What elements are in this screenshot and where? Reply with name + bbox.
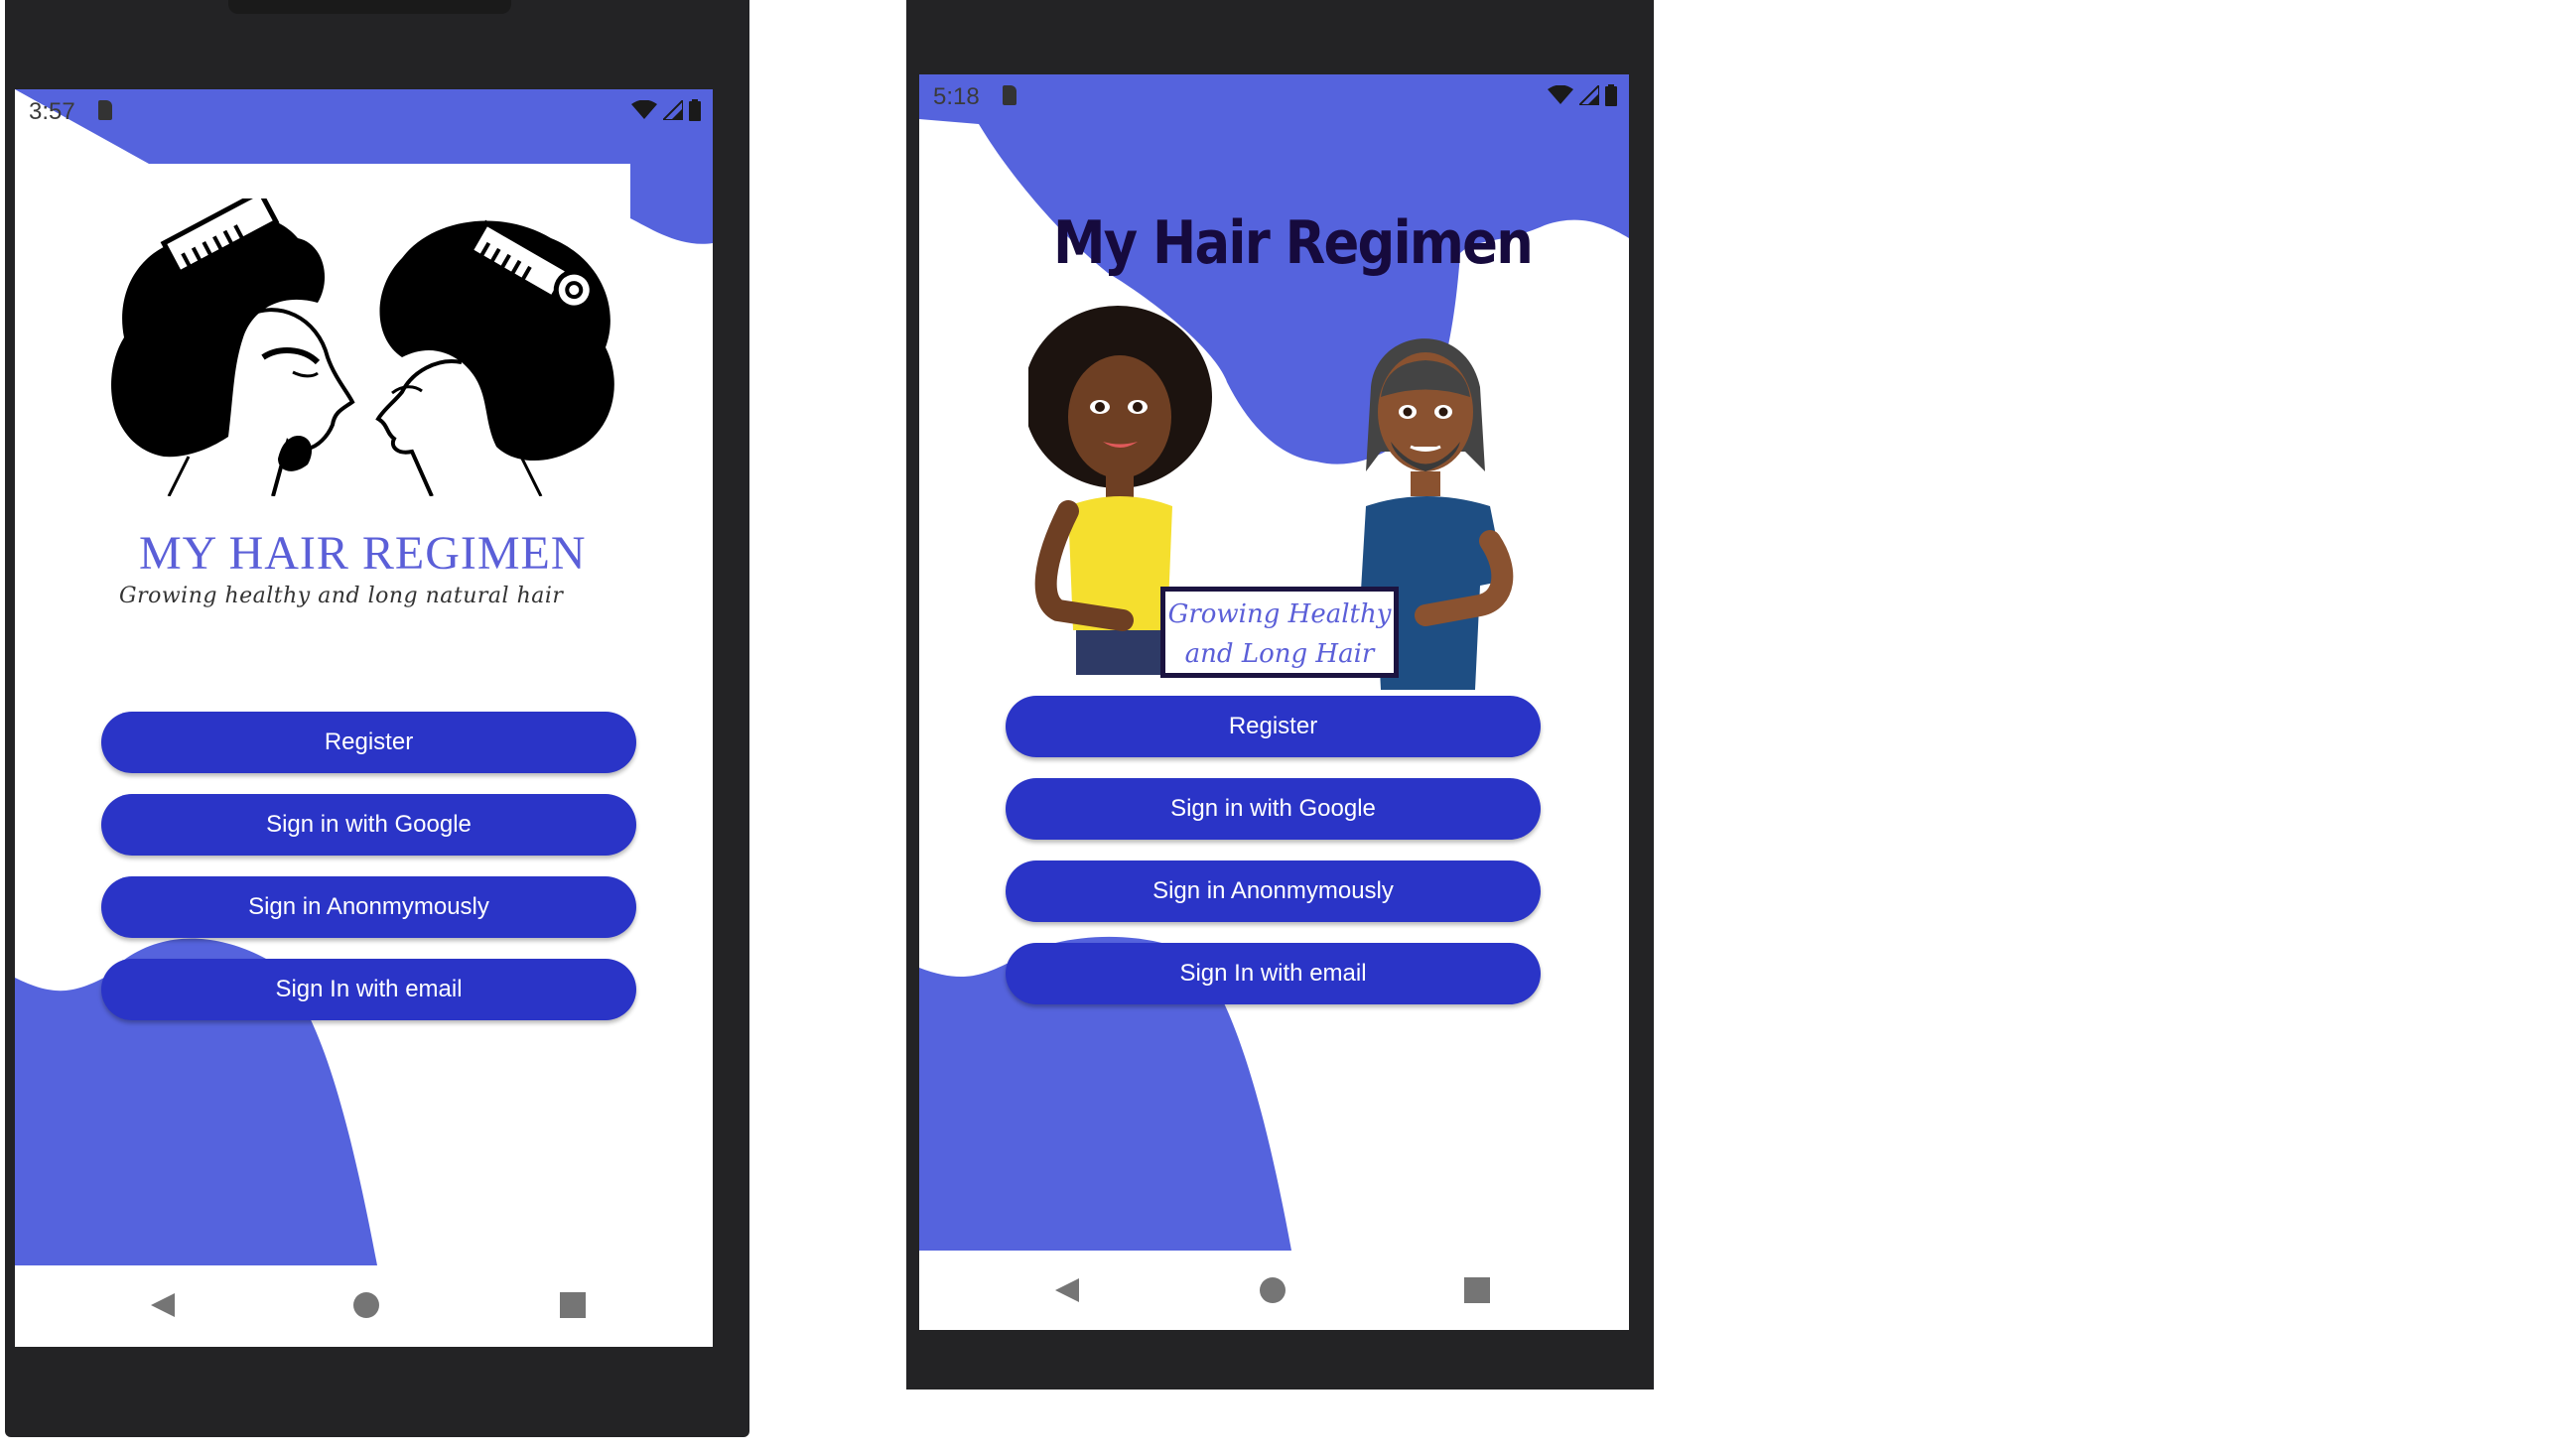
left-phone-screen: 3:57 MY HAIR REGIMEN Growing healthy and… — [15, 89, 713, 1347]
status-icons — [631, 99, 701, 121]
sign-board: Growing Healthy and Long Hair — [1160, 587, 1399, 678]
right-phone-screen: 5:18 My Hair Regimen Growing Healthy and… — [919, 74, 1629, 1330]
recents-square-icon[interactable] — [1463, 1276, 1491, 1304]
brand-tagline: Growing healthy and long natural hair — [119, 584, 564, 608]
sign-in-email-button[interactable]: Sign In with email — [1006, 943, 1541, 1004]
right-phone-frame: 5:18 My Hair Regimen Growing Healthy and… — [906, 0, 1654, 1390]
earpiece — [228, 0, 511, 14]
register-button[interactable]: Register — [101, 712, 636, 773]
back-triangle-icon[interactable] — [149, 1291, 177, 1319]
brand-title: My Hair Regimen — [1053, 208, 1534, 278]
recents-square-icon[interactable] — [559, 1291, 587, 1319]
signal-icon — [663, 100, 683, 120]
sim-card-icon — [98, 100, 112, 120]
status-bar: 5:18 — [919, 74, 1629, 119]
navigation-bar — [15, 1265, 713, 1345]
battery-icon — [1605, 84, 1617, 106]
status-time: 3:57 — [29, 98, 75, 125]
brand-title: MY HAIR REGIMEN — [139, 527, 587, 580]
status-icons — [1548, 84, 1617, 106]
sign-in-anonymous-button[interactable]: Sign in Anonmymously — [101, 876, 636, 938]
wifi-icon — [631, 100, 657, 119]
sign-in-google-button[interactable]: Sign in with Google — [101, 794, 636, 856]
couple-silhouette-logo — [111, 199, 614, 496]
sign-in-google-button[interactable]: Sign in with Google — [1006, 778, 1541, 840]
navigation-bar — [919, 1251, 1629, 1330]
battery-icon — [689, 99, 701, 121]
signal-icon — [1579, 85, 1599, 105]
sign-in-anonymous-button[interactable]: Sign in Anonmymously — [1006, 860, 1541, 922]
sign-line-2: and Long Hair — [1184, 639, 1375, 669]
sim-card-icon — [1003, 85, 1016, 105]
left-phone-frame: 3:57 MY HAIR REGIMEN Growing healthy and… — [5, 0, 749, 1437]
status-time: 5:18 — [933, 83, 980, 110]
register-button[interactable]: Register — [1006, 696, 1541, 757]
sign-in-email-button[interactable]: Sign In with email — [101, 959, 636, 1020]
wifi-icon — [1548, 85, 1573, 104]
back-triangle-icon[interactable] — [1053, 1276, 1081, 1304]
sign-line-1: Growing Healthy — [1167, 599, 1392, 629]
home-circle-icon[interactable] — [1259, 1276, 1286, 1304]
status-bar: 3:57 — [15, 89, 713, 134]
home-circle-icon[interactable] — [352, 1291, 380, 1319]
